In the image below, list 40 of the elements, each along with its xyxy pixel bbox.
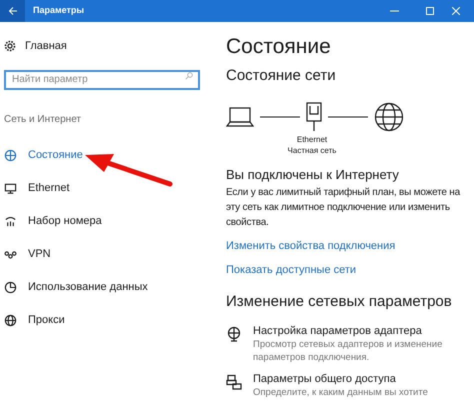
nav-item[interactable]: VPN xyxy=(4,238,204,271)
search-field[interactable]: Найти параметр xyxy=(4,70,200,90)
nav-item[interactable]: Прокси xyxy=(4,304,204,337)
settings-option[interactable]: Настройка параметров адаптера Просмотр сетевых адаптеров и изменение параметров подключения. xyxy=(226,324,474,364)
nav-item[interactable]: Состояние xyxy=(4,139,204,172)
maximize-icon xyxy=(426,7,434,15)
category-label: Сеть и Интернет xyxy=(4,113,82,127)
connection-heading: Вы подключены к Интернету xyxy=(226,166,400,182)
connection-line xyxy=(260,116,300,118)
nav-item[interactable]: Использование данных xyxy=(4,271,204,304)
monitor-icon xyxy=(4,182,17,195)
pie-chart-icon xyxy=(4,281,17,294)
back-arrow-icon xyxy=(8,6,18,16)
section-heading: Изменение сетевых параметров xyxy=(226,292,453,312)
phone-icon xyxy=(4,215,17,228)
search-icon xyxy=(185,72,193,80)
gear-icon xyxy=(4,40,16,52)
globe-icon xyxy=(4,149,17,162)
page-title: Состояние xyxy=(226,34,332,60)
ethernet-port-icon xyxy=(306,102,322,132)
connection-line xyxy=(328,116,368,118)
shared-folder-icon xyxy=(226,374,242,390)
home-nav-item[interactable]: Главная xyxy=(4,38,204,54)
section-heading: Состояние сети xyxy=(226,66,337,86)
laptop-icon xyxy=(226,106,254,128)
window-title: Параметры xyxy=(33,4,84,18)
adapter-label: Ethernet xyxy=(296,134,328,144)
minimize-icon xyxy=(390,10,398,12)
settings-option[interactable]: Параметры общего доступа Определите, к каким данным вы хотите xyxy=(226,372,474,398)
back-button[interactable] xyxy=(0,0,25,22)
connection-description: Если у вас лимитный тарифный план, вы можете на эту сеть как лимитное подключение или изменить свойства. xyxy=(226,186,462,230)
nav-item[interactable]: Ethernet xyxy=(4,172,204,205)
network-type-label: Частная сеть xyxy=(288,144,336,156)
globe-icon xyxy=(4,314,17,327)
network-adapter-icon xyxy=(226,326,242,342)
close-icon xyxy=(452,7,460,15)
link[interactable]: Показать доступные сети xyxy=(226,264,356,276)
link[interactable]: Изменить свойства подключения xyxy=(226,240,396,252)
globe-icon xyxy=(374,102,404,132)
nav-item[interactable]: Набор номера xyxy=(4,205,204,238)
